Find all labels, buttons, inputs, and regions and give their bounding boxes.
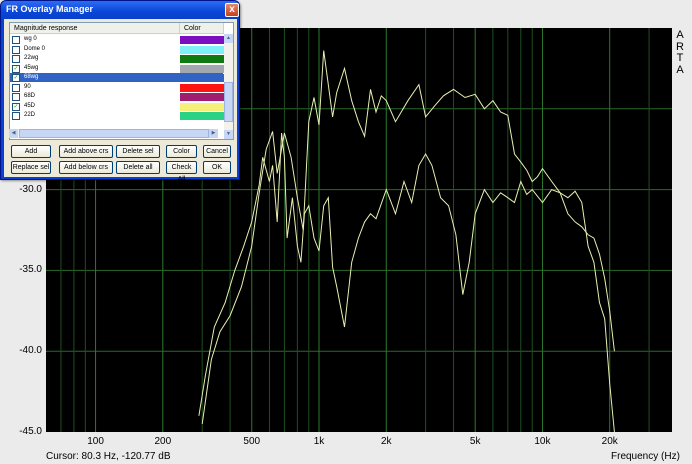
- dialog-titlebar[interactable]: FR Overlay Manager x: [1, 1, 239, 19]
- column-header-color[interactable]: Color: [180, 23, 224, 34]
- add-button[interactable]: Add: [11, 145, 51, 158]
- x-tick-label: 100: [87, 436, 104, 447]
- check-all-button[interactable]: Check All: [166, 161, 197, 183]
- dialog-client: Magnitude response Color wg 0 Dome 0 22wg ✓…: [4, 19, 237, 183]
- overlay-color-swatch[interactable]: [180, 93, 224, 101]
- replace-sel-button[interactable]: Replace sel: [11, 161, 51, 174]
- y-tick-label: -45.0: [19, 426, 42, 437]
- overlay-checkbox[interactable]: [12, 93, 20, 101]
- overlay-row[interactable]: ✓ 45wg: [10, 64, 224, 73]
- overlay-checkbox[interactable]: [12, 83, 20, 92]
- overlay-checkbox[interactable]: ✓: [12, 102, 20, 111]
- x-tick-label: 200: [154, 436, 172, 447]
- overlay-color-swatch[interactable]: [180, 112, 224, 120]
- close-button[interactable]: x: [225, 3, 239, 17]
- overlay-label: 22D: [24, 112, 36, 118]
- arta-window: -25.0-30.0-35.0-40.0-45.0 1002005001k2k5…: [0, 0, 692, 464]
- overlay-row[interactable]: ✓ 68wg: [10, 73, 224, 83]
- color-button[interactable]: Color: [166, 145, 197, 158]
- overlay-label: 90: [24, 83, 31, 90]
- overlay-row[interactable]: 22D: [10, 111, 224, 120]
- delete-sel-button[interactable]: Delete sel: [116, 145, 160, 158]
- fr-overlay-manager-dialog: FR Overlay Manager x Magnitude response …: [0, 0, 240, 183]
- y-tick-label: -35.0: [19, 264, 42, 276]
- overlay-color-swatch[interactable]: [180, 64, 224, 73]
- column-header-magnitude[interactable]: Magnitude response: [10, 23, 180, 34]
- scroll-left-icon[interactable]: ◀: [9, 129, 18, 138]
- overlay-label: 45D: [24, 102, 36, 109]
- overlay-checkbox[interactable]: ✓: [12, 74, 20, 82]
- arta-letter: A: [676, 29, 684, 41]
- arta-letter: A: [676, 63, 684, 76]
- overlay-label: 68wg: [24, 74, 39, 80]
- ok-button[interactable]: OK: [203, 161, 231, 174]
- vertical-scrollbar[interactable]: ▲ ▼: [224, 34, 233, 139]
- overlay-checkbox[interactable]: [12, 36, 20, 44]
- scroll-up-icon[interactable]: ▲: [224, 34, 233, 43]
- scroll-thumb[interactable]: [224, 82, 233, 122]
- overlay-label: 68D: [24, 93, 36, 99]
- overlay-list[interactable]: Magnitude response Color wg 0 Dome 0 22wg ✓…: [9, 22, 234, 140]
- overlay-color-swatch[interactable]: [180, 55, 224, 63]
- overlay-label: wg 0: [24, 36, 37, 42]
- overlay-row[interactable]: 22wg: [10, 54, 224, 63]
- overlay-color-swatch[interactable]: [180, 36, 224, 44]
- delete-all-button[interactable]: Delete all: [116, 161, 160, 174]
- y-tick-label: -40.0: [19, 345, 42, 357]
- horizontal-scrollbar[interactable]: ◀ ▶: [9, 129, 218, 138]
- overlay-checkbox[interactable]: [12, 45, 20, 54]
- overlay-color-swatch[interactable]: [180, 83, 224, 92]
- add-below-crs-button[interactable]: Add below crs: [59, 161, 113, 174]
- x-tick-label: 10k: [534, 436, 551, 447]
- overlay-checkbox[interactable]: [12, 55, 20, 63]
- overlay-checkbox[interactable]: [12, 112, 20, 120]
- y-tick-label: -30.0: [19, 183, 42, 195]
- cancel-button[interactable]: Cancel: [203, 145, 231, 158]
- x-tick-label: 20k: [601, 436, 618, 447]
- x-tick-label: 5k: [469, 436, 481, 447]
- overlay-row[interactable]: 90: [10, 83, 224, 92]
- add-above-crs-button[interactable]: Add above crs: [59, 145, 113, 158]
- overlay-label: 22wg: [24, 55, 39, 61]
- overlay-label: 45wg: [24, 64, 39, 71]
- arta-vertical-label: A R T A: [674, 29, 686, 76]
- arta-letter: T: [676, 52, 684, 64]
- x-tick-label: 1k: [313, 436, 325, 447]
- overlay-row[interactable]: Dome 0: [10, 45, 224, 54]
- overlay-row[interactable]: 68D: [10, 92, 224, 101]
- overlay-color-swatch[interactable]: [180, 102, 224, 111]
- overlay-label: Dome 0: [24, 45, 46, 52]
- scroll-thumb[interactable]: [19, 129, 209, 138]
- overlay-checkbox[interactable]: ✓: [12, 64, 20, 73]
- scroll-right-icon[interactable]: ▶: [209, 129, 218, 138]
- overlay-color-swatch[interactable]: [180, 45, 224, 54]
- overlay-row[interactable]: ✓ 45D: [10, 102, 224, 111]
- x-tick-label: 500: [243, 436, 261, 447]
- x-tick-label: 2k: [380, 436, 392, 447]
- scroll-down-icon[interactable]: ▼: [224, 130, 233, 139]
- overlay-color-swatch[interactable]: [180, 74, 224, 82]
- overlay-row[interactable]: wg 0: [10, 35, 224, 44]
- x-axis-title: Frequency (Hz): [611, 451, 680, 462]
- cursor-readout: Cursor: 80.3 Hz, -120.77 dB: [46, 451, 171, 462]
- dialog-title: FR Overlay Manager: [6, 4, 94, 14]
